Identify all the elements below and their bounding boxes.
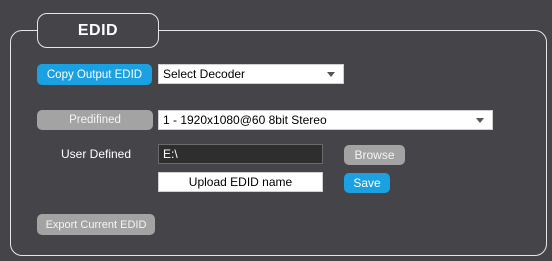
- edid-tab-title: EDID: [37, 13, 159, 48]
- select-decoder-dropdown[interactable]: Select Decoder: [158, 64, 344, 84]
- predefined-edid-dropdown[interactable]: 1 - 1920x1080@60 8bit Stereo: [158, 110, 493, 130]
- chevron-down-icon[interactable]: [327, 72, 335, 77]
- predefined-button[interactable]: Predifined: [37, 110, 153, 130]
- copy-output-edid-button[interactable]: Copy Output EDID: [37, 64, 152, 85]
- export-current-edid-button[interactable]: Export Current EDID: [37, 214, 155, 235]
- chevron-down-icon[interactable]: [476, 118, 484, 123]
- upload-edid-name-field[interactable]: Upload EDID name: [158, 172, 323, 192]
- predefined-edid-value: 1 - 1920x1080@60 8bit Stereo: [163, 113, 327, 127]
- browse-button[interactable]: Browse: [344, 145, 405, 165]
- user-defined-label: User Defined: [61, 147, 132, 161]
- select-decoder-value: Select Decoder: [163, 67, 246, 81]
- edid-file-path-field[interactable]: E:\: [158, 144, 323, 164]
- save-button[interactable]: Save: [344, 173, 390, 193]
